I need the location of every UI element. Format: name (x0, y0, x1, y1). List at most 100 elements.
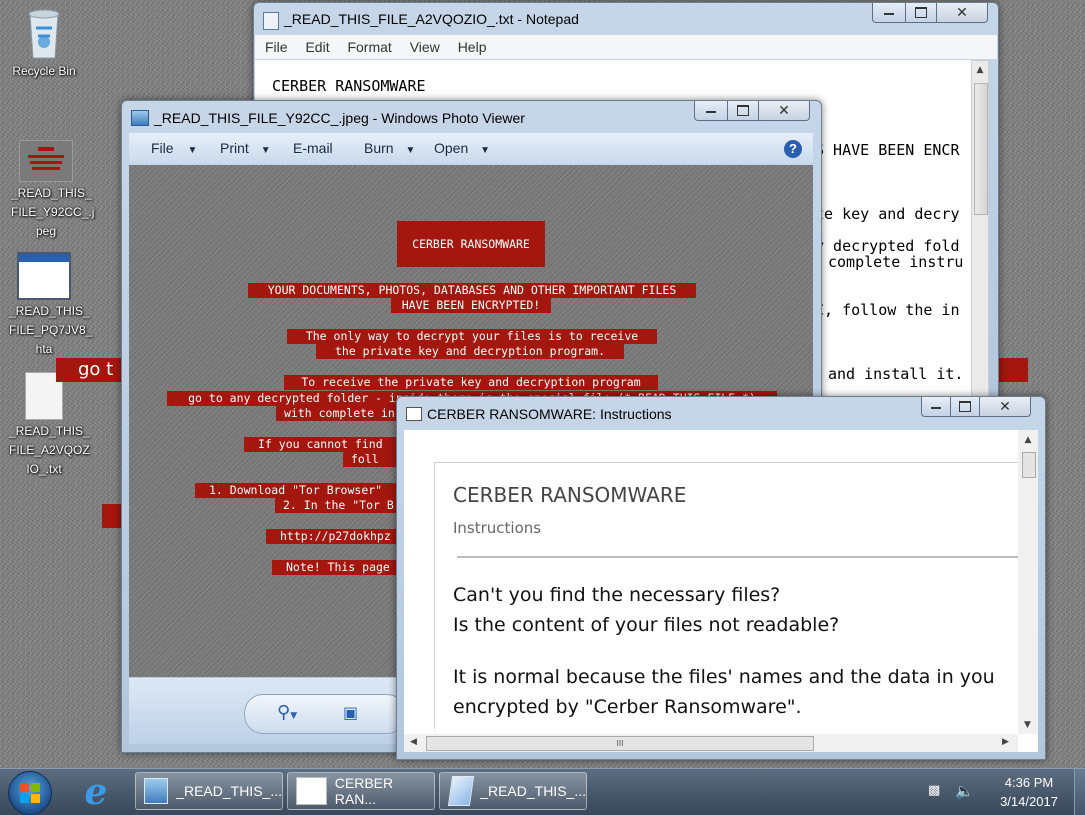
scroll-thumb[interactable]: III (426, 736, 814, 751)
scroll-left-arrow-icon[interactable]: ◀ (410, 737, 417, 747)
help-icon[interactable]: ? (784, 140, 802, 158)
clock-date: 3/14/2017 (1000, 794, 1058, 809)
notepad-line: C, follow the in (815, 301, 960, 319)
menu-edit[interactable]: Edit (305, 39, 329, 55)
notepad-line: S HAVE BEEN ENCR (815, 141, 960, 159)
notepad-line: te key and decry (815, 205, 960, 223)
taskbar-button-photo-viewer[interactable]: _READ_THIS_... (135, 772, 283, 810)
desktop-icon-recycle-bin[interactable]: Recycle Bin (3, 6, 85, 81)
maximize-button[interactable] (727, 101, 759, 121)
scroll-thumb[interactable] (1022, 452, 1036, 478)
scroll-up-arrow-icon[interactable]: ▲ (972, 65, 988, 75)
photo-viewer-icon (131, 110, 149, 126)
notepad-line: complete instru (828, 253, 964, 271)
start-button[interactable] (8, 771, 52, 815)
network-icon[interactable]: ▩ (928, 784, 944, 798)
scroll-thumb[interactable] (974, 83, 988, 215)
notepad-vertical-scrollbar[interactable]: ▲ (971, 60, 989, 404)
ransom-line: 1. Download "Tor Browser" (195, 483, 419, 498)
instructions-page: CERBER RANSOMWARE Instructions Can't you… (434, 462, 1019, 729)
toolbar-email[interactable]: E-mail (293, 140, 333, 156)
taskbar: e _READ_THIS_... CERBER RAN... _READ_THI… (0, 768, 1085, 815)
instructions-text: Can't you find the necessary files? (453, 584, 781, 606)
hta-application-icon (17, 252, 71, 300)
menu-help[interactable]: Help (458, 39, 487, 55)
notepad-line: CERBER RANSOMWARE (272, 77, 426, 95)
taskbar-button-notepad[interactable]: _READ_THIS_... (439, 772, 587, 810)
instructions-subheading: Instructions (453, 519, 542, 537)
maximize-button[interactable] (950, 397, 980, 417)
toolbar-print[interactable]: Print ▼ (220, 140, 271, 156)
instructions-vertical-scrollbar[interactable]: ▲ ▼ (1018, 430, 1038, 734)
instructions-horizontal-scrollbar[interactable]: ◀ III ▶ (404, 734, 1018, 752)
clock[interactable]: 4:36 PM 3/14/2017 (990, 773, 1068, 811)
minimize-button[interactable] (872, 3, 906, 23)
close-button[interactable]: ✕ (758, 101, 810, 121)
instructions-text: Is the content of your files not readabl… (453, 614, 840, 636)
menu-format[interactable]: Format (347, 39, 391, 55)
minimize-button[interactable] (694, 101, 728, 121)
ransom-line: YOUR DOCUMENTS, PHOTOS, DATABASES AND OT… (248, 283, 696, 298)
internet-explorer-icon[interactable]: e (76, 773, 116, 811)
photo-viewer-toolbar: File ▼ Print ▼ E-mail Burn ▼ Open ▼ ? (129, 133, 813, 164)
instructions-title: CERBER RANSOMWARE: Instructions (427, 406, 672, 422)
toolbar-open[interactable]: Open ▼ (434, 140, 490, 156)
photo-viewer-icon (144, 778, 169, 804)
recycle-bin-icon (24, 6, 64, 60)
chevron-down-icon: ▼ (260, 145, 271, 156)
instructions-heading: CERBER RANSOMWARE (453, 483, 687, 507)
scroll-up-arrow-icon[interactable]: ▲ (1018, 435, 1038, 445)
hta-window-icon (296, 777, 327, 805)
ransom-line: If you cannot find (244, 437, 418, 452)
taskbar-button-label: CERBER RAN... (334, 775, 394, 807)
toolbar-burn[interactable]: Burn ▼ (364, 140, 415, 156)
show-desktop-button[interactable] (1074, 769, 1085, 815)
toolbar-file[interactable]: File ▼ (151, 140, 197, 156)
controls-pill (244, 694, 406, 734)
taskbar-button-instructions[interactable]: CERBER RAN... (287, 772, 435, 810)
notepad-title: _READ_THIS_FILE_A2VQOZIO_.txt - Notepad (284, 11, 579, 27)
menu-file[interactable]: File (265, 39, 288, 55)
scroll-right-arrow-icon[interactable]: ▶ (1002, 737, 1009, 747)
scroll-down-arrow-icon[interactable]: ▼ (1024, 720, 1031, 730)
desktop-icon-jpeg-file[interactable]: _READ_THIS_ FILE_Y92CC_.j peg (5, 140, 95, 241)
ransom-line: the private key and decryption program. (316, 344, 624, 359)
instructions-content-frame: CERBER RANSOMWARE Instructions Can't you… (404, 430, 1038, 752)
taskbar-button-label: _READ_THIS_... (176, 783, 282, 799)
notepad-menubar: File Edit Format View Help (255, 35, 997, 59)
instructions-window[interactable]: CERBER RANSOMWARE: Instructions ✕ CERBER… (396, 396, 1046, 760)
volume-icon[interactable]: 🔈 (955, 782, 974, 800)
zoom-icon[interactable]: ⚲▼ (277, 703, 301, 723)
txt-file-label: _READ_THIS_ FILE_A2VQOZ IO_.txt (9, 424, 90, 476)
hta-overlay-fragment: go t (56, 358, 126, 382)
chevron-down-icon: ▼ (480, 145, 491, 156)
ransom-line: To receive the private key and decryptio… (284, 375, 658, 390)
image-file-icon (19, 140, 73, 182)
chevron-down-icon: ▼ (187, 145, 198, 156)
close-button[interactable]: ✕ (936, 3, 988, 23)
divider (457, 556, 1019, 558)
notepad-icon (263, 12, 279, 30)
recycle-bin-label: Recycle Bin (12, 64, 76, 78)
ransom-line: HAVE BEEN ENCRYPTED! (391, 298, 551, 313)
close-button[interactable]: ✕ (979, 397, 1031, 417)
taskbar-button-label: _READ_THIS_... (480, 783, 586, 799)
instructions-text: encrypted by "Cerber Ransomware". (453, 696, 802, 718)
jpeg-file-label: _READ_THIS_ FILE_Y92CC_.j peg (11, 186, 95, 238)
clock-time: 4:36 PM (1004, 775, 1054, 790)
maximize-button[interactable] (905, 3, 937, 23)
instructions-text: It is normal because the files' names an… (453, 666, 995, 688)
hta-window-icon (406, 407, 422, 421)
ransom-line: 2. In the "Tor B (275, 498, 413, 513)
menu-view[interactable]: View (410, 39, 440, 55)
desktop-icon-hta-file[interactable]: _READ_THIS_ FILE_PQ7JV8_ hta (3, 252, 92, 359)
photo-viewer-title: _READ_THIS_FILE_Y92CC_.jpeg - Windows Ph… (154, 110, 525, 126)
actual-size-icon[interactable]: ▣ (343, 703, 363, 723)
minimize-button[interactable] (921, 397, 951, 417)
ransom-line: with complete in (276, 406, 414, 421)
notepad-icon (447, 776, 475, 806)
chevron-down-icon: ▼ (405, 145, 416, 156)
notepad-line: and install it. (828, 365, 964, 383)
desktop-icon-txt-file[interactable]: _READ_THIS_ FILE_A2VQOZ IO_.txt (3, 372, 90, 479)
ransom-line: The only way to decrypt your files is to… (287, 329, 657, 344)
